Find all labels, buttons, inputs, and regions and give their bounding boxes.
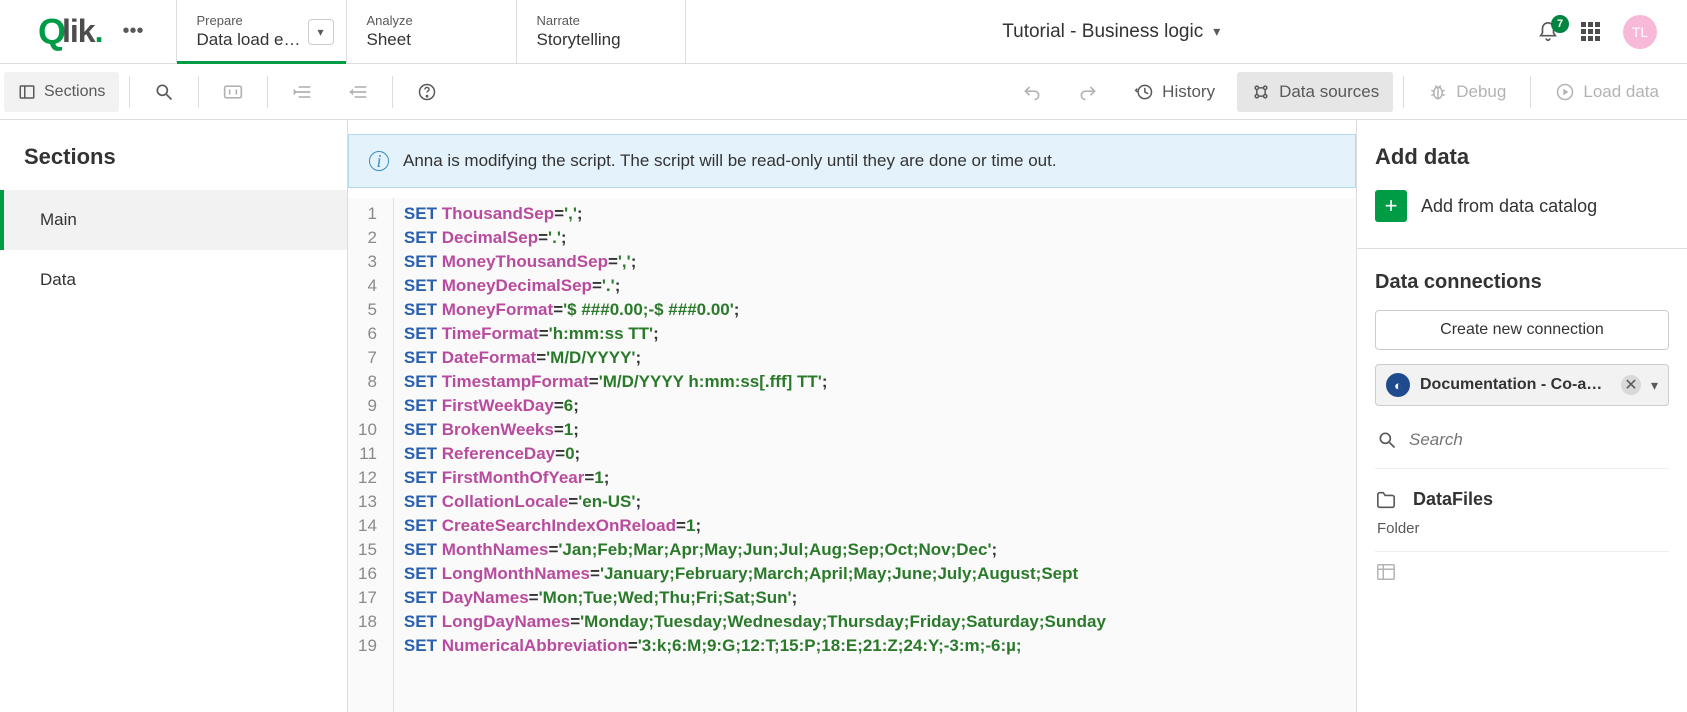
section-item-main[interactable]: Main (0, 190, 347, 250)
folder-item[interactable]: DataFiles (1375, 489, 1669, 510)
editor-area: i Anna is modifying the script. The scri… (348, 120, 1357, 712)
redo-button[interactable] (1064, 72, 1112, 112)
connection-search-input[interactable] (1409, 430, 1667, 450)
notification-badge: 7 (1551, 15, 1569, 33)
connection-name: Documentation - Co-au… (1420, 376, 1611, 394)
search-button[interactable] (140, 72, 188, 112)
readonly-banner: i Anna is modifying the script. The scri… (348, 134, 1356, 188)
outdent-button[interactable] (334, 72, 382, 112)
qlik-logo[interactable]: Qlik. (38, 11, 102, 53)
chevron-down-icon[interactable]: ▾ (308, 19, 334, 45)
add-from-catalog-button[interactable]: + Add from data catalog (1375, 190, 1669, 222)
sections-toggle-label: Sections (44, 83, 105, 101)
add-data-title: Add data (1375, 144, 1669, 170)
info-icon: i (369, 151, 389, 171)
data-sources-panel: Add data + Add from data catalog Data co… (1357, 120, 1687, 712)
connection-selector[interactable]: ◐ Documentation - Co-au… ✕ ▾ (1375, 364, 1669, 406)
sections-toggle-button[interactable]: Sections (4, 72, 119, 112)
chevron-down-icon: ▾ (1213, 23, 1220, 40)
code-editor[interactable]: 12345678910111213141516171819 SET Thousa… (348, 198, 1356, 712)
connection-search (1375, 424, 1669, 469)
line-gutter: 12345678910111213141516171819 (348, 198, 394, 712)
nav-tab-narrate[interactable]: NarrateStorytelling (516, 0, 686, 63)
nav-tab-prepare[interactable]: PrepareData load e…▾ (176, 0, 346, 63)
indent-button[interactable] (278, 72, 326, 112)
header-right: 7 TL (1537, 0, 1687, 63)
logo-zone: Qlik. ••• (0, 0, 176, 63)
more-menu-button[interactable]: ••• (122, 20, 143, 43)
create-connection-button[interactable]: Create new connection (1375, 310, 1669, 350)
nav-tabs: PrepareData load e…▾AnalyzeSheetNarrateS… (176, 0, 686, 63)
app-title[interactable]: Tutorial - Business logic ▾ (686, 0, 1538, 63)
help-button[interactable] (403, 72, 451, 112)
history-button[interactable]: History (1120, 72, 1229, 112)
nav-tab-analyze[interactable]: AnalyzeSheet (346, 0, 516, 63)
section-item-data[interactable]: Data (0, 250, 347, 310)
user-avatar[interactable]: TL (1623, 15, 1657, 49)
select-data-icon[interactable] (1375, 562, 1397, 582)
data-sources-button[interactable]: Data sources (1237, 72, 1393, 112)
chevron-down-icon[interactable]: ▾ (1651, 377, 1658, 394)
clear-connection-icon[interactable]: ✕ (1621, 375, 1641, 395)
folder-icon (1375, 490, 1397, 510)
folder-actions (1375, 551, 1669, 582)
plus-icon: + (1375, 190, 1407, 222)
search-icon (1377, 430, 1397, 450)
code-content: SET ThousandSep=',';SET DecimalSep='.';S… (394, 198, 1116, 712)
toolbar: Sections History (0, 64, 1687, 120)
debug-button[interactable]: Debug (1414, 72, 1520, 112)
app-title-text: Tutorial - Business logic (1002, 21, 1203, 43)
banner-text: Anna is modifying the script. The script… (403, 151, 1057, 171)
top-header: Qlik. ••• PrepareData load e…▾AnalyzeShe… (0, 0, 1687, 64)
data-connections-title: Data connections (1375, 271, 1669, 294)
notifications-button[interactable]: 7 (1537, 21, 1559, 43)
sidebar-title: Sections (0, 144, 347, 190)
comment-button[interactable] (209, 72, 257, 112)
connection-type-icon: ◐ (1386, 373, 1410, 397)
load-data-button[interactable]: Load data (1541, 72, 1673, 112)
folder-type-label: Folder (1377, 520, 1669, 537)
undo-button[interactable] (1008, 72, 1056, 112)
sections-sidebar: Sections MainData (0, 120, 348, 712)
app-launcher-icon[interactable] (1581, 22, 1601, 42)
